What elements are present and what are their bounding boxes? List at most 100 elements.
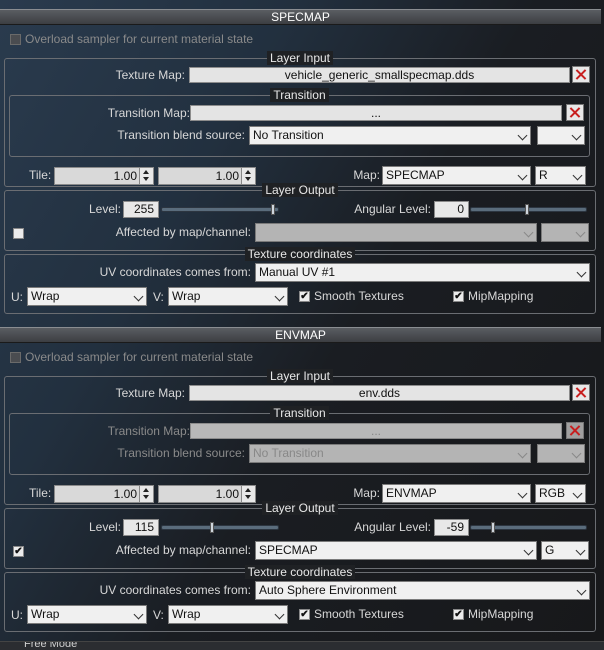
select-value: Wrap	[31, 289, 60, 303]
select-value: No Transition	[253, 128, 324, 142]
panel-title[interactable]: SPECMAP	[0, 9, 601, 25]
angular-level-slider[interactable]	[470, 525, 587, 530]
level-label: Level:	[88, 202, 121, 216]
chevron-down-icon	[517, 170, 528, 181]
affected-by-checkbox[interactable]: ✔	[13, 546, 24, 557]
panel-title[interactable]: ENVMAP	[0, 327, 601, 343]
chevron-down-icon	[517, 130, 528, 141]
spin-arrows-icon[interactable]	[241, 486, 255, 502]
uv-source-label: UV coordinates comes from:	[99, 583, 251, 597]
texture-map-field[interactable]: vehicle_generic_smallspecmap.dds	[189, 67, 570, 83]
transition-map-label: Transition Map:	[107, 106, 190, 120]
angular-level-value[interactable]: -59	[434, 519, 469, 536]
mipmapping-checkbox[interactable]: ✔	[453, 609, 464, 620]
angular-level-value[interactable]: 0	[434, 201, 469, 218]
blend-source-select[interactable]: No Transition	[249, 444, 531, 463]
overload-sampler-checkbox[interactable]	[10, 34, 21, 45]
level-value[interactable]: 115	[123, 519, 159, 536]
smooth-textures-checkbox[interactable]: ✔	[299, 609, 310, 620]
clear-transition-icon[interactable]	[566, 422, 584, 439]
angular-level-slider-handle[interactable]	[491, 522, 495, 533]
blend-source-label: Transition blend source:	[117, 128, 245, 142]
tile-label: Tile:	[29, 486, 52, 500]
affected-map-select[interactable]: SPECMAP	[255, 541, 537, 560]
blend-source-select[interactable]: No Transition	[249, 126, 531, 145]
layer-input-group: Layer Input Texture Map: env.dds Transit…	[4, 369, 596, 505]
level-slider-handle[interactable]	[271, 204, 275, 215]
affected-channel-select[interactable]: G	[541, 541, 589, 560]
mipmapping-checkbox[interactable]: ✔	[453, 291, 464, 302]
select-value: Wrap	[172, 289, 201, 303]
spin-arrows-icon[interactable]	[139, 168, 153, 184]
affected-map-select[interactable]	[255, 223, 537, 242]
select-value: RGB	[539, 486, 566, 500]
group-legend: Layer Output	[262, 183, 338, 197]
v-wrap-select[interactable]: Wrap	[168, 605, 288, 624]
u-wrap-select[interactable]: Wrap	[27, 287, 147, 306]
clear-texture-icon[interactable]	[572, 384, 590, 401]
spin-arrows-icon[interactable]	[139, 486, 153, 502]
transition-map-field[interactable]: ...	[190, 105, 562, 121]
chevron-down-icon	[517, 448, 528, 459]
spinner-value: 1.00	[113, 487, 137, 501]
envmap-panel: ENVMAP Overload sampler for current mate…	[0, 327, 601, 641]
spinner-value: 1.00	[113, 169, 137, 183]
uv-source-label: UV coordinates comes from:	[99, 265, 251, 279]
affected-by-checkbox[interactable]	[13, 228, 24, 239]
tile-label: Tile:	[29, 168, 52, 182]
blend-channel-select[interactable]	[537, 126, 585, 145]
select-value: SPECMAP	[259, 543, 318, 557]
level-slider-handle[interactable]	[210, 522, 214, 533]
group-legend: Layer Input	[266, 369, 334, 383]
overload-sampler-label: Overload sampler for current material st…	[25, 32, 254, 46]
spin-arrows-icon[interactable]	[241, 168, 255, 184]
v-wrap-label: V:	[153, 290, 164, 304]
level-value[interactable]: 255	[123, 201, 159, 218]
select-value: Auto Sphere Environment	[259, 583, 397, 597]
texture-map-label: Texture Map:	[115, 386, 185, 400]
clear-transition-icon[interactable]	[566, 104, 584, 121]
group-legend: Transition	[270, 406, 329, 420]
group-legend: Transition	[270, 88, 329, 102]
overload-sampler-label: Overload sampler for current material st…	[25, 350, 254, 364]
select-value: SPECMAP	[386, 168, 445, 182]
mipmapping-label: MipMapping	[468, 607, 534, 621]
level-slider[interactable]	[161, 207, 279, 212]
clear-texture-icon[interactable]	[572, 66, 590, 83]
u-wrap-select[interactable]: Wrap	[27, 605, 147, 624]
smooth-textures-label: Smooth Textures	[314, 607, 404, 621]
u-wrap-label: U:	[11, 290, 23, 304]
uv-source-select[interactable]: Manual UV #1	[255, 263, 590, 282]
spinner-value: 1.00	[215, 487, 239, 501]
select-value: G	[545, 543, 555, 557]
uv-source-select[interactable]: Auto Sphere Environment	[255, 581, 590, 600]
level-slider[interactable]	[161, 525, 279, 530]
select-value: ENVMAP	[386, 486, 437, 500]
chevron-down-icon	[517, 488, 528, 499]
group-legend: Layer Input	[266, 51, 334, 65]
chevron-down-icon	[576, 267, 587, 278]
group-legend: Texture coordinates	[244, 565, 356, 579]
v-wrap-select[interactable]: Wrap	[168, 287, 288, 306]
layer-input-group: Layer Input Texture Map: vehicle_generic…	[4, 51, 596, 187]
select-value: No Transition	[253, 446, 324, 460]
select-value: Wrap	[31, 607, 60, 621]
blend-channel-select[interactable]	[537, 444, 585, 463]
texture-map-field[interactable]: env.dds	[189, 385, 570, 401]
chevron-down-icon	[133, 609, 144, 620]
transition-map-field[interactable]: ...	[190, 423, 562, 439]
affected-channel-select[interactable]	[541, 223, 589, 242]
group-legend: Layer Output	[262, 501, 338, 515]
status-strip: Free Mode	[0, 641, 604, 650]
angular-level-slider-handle[interactable]	[525, 204, 529, 215]
blend-source-label: Transition blend source:	[117, 446, 245, 460]
angular-level-label: Angular Level:	[354, 202, 431, 216]
chevron-down-icon	[133, 291, 144, 302]
overload-sampler-checkbox[interactable]	[10, 352, 21, 363]
level-label: Level:	[88, 520, 121, 534]
layer-output-group: Layer Output Level: 255 Angular Level: 0…	[4, 183, 596, 251]
smooth-textures-label: Smooth Textures	[314, 289, 404, 303]
texture-map-label: Texture Map:	[115, 68, 185, 82]
chevron-down-icon	[572, 170, 583, 181]
smooth-textures-checkbox[interactable]: ✔	[299, 291, 310, 302]
